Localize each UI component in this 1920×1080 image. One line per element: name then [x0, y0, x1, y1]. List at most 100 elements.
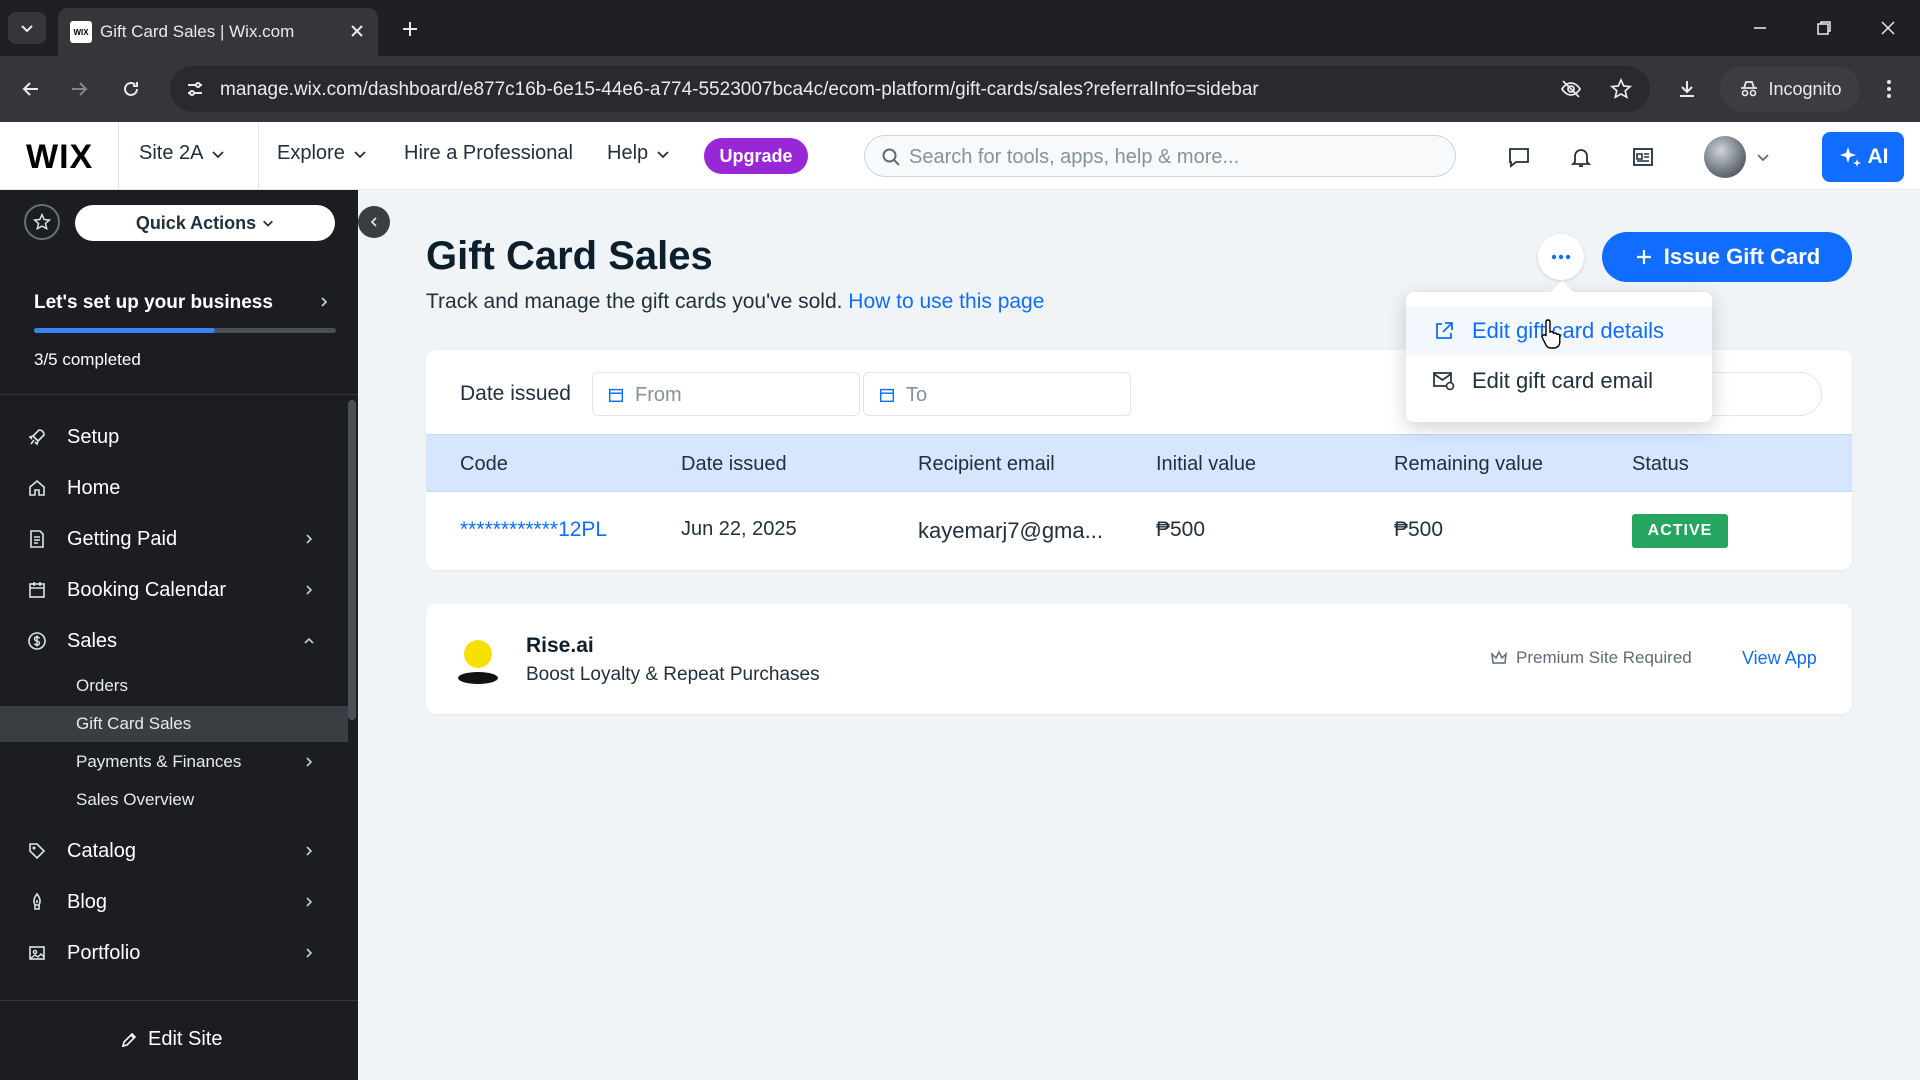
- chevron-right-icon: [298, 891, 320, 913]
- sidebar-item-portfolio[interactable]: Portfolio: [0, 930, 348, 976]
- initial-value-cell: ₱500: [1156, 518, 1206, 541]
- gift-card-code-link[interactable]: ************12PL: [460, 518, 607, 542]
- star-icon[interactable]: [24, 204, 60, 240]
- external-link-icon: [1432, 319, 1456, 343]
- site-list-icon[interactable]: [1628, 142, 1658, 172]
- premium-required-text: Premium Site Required: [1516, 648, 1692, 667]
- minimize-icon[interactable]: [1740, 10, 1780, 46]
- sparkle-icon: [1839, 147, 1861, 167]
- table-row[interactable]: ************12PL Jun 22, 2025 kayemarj7@…: [426, 492, 1852, 570]
- reload-icon[interactable]: [114, 72, 148, 106]
- sidebar-subitem-payments-finances[interactable]: Payments & Finances: [0, 744, 348, 780]
- download-icon[interactable]: [1670, 72, 1704, 106]
- chevron-down-icon: [212, 150, 225, 158]
- pencil-icon: [121, 1032, 137, 1047]
- tab-search-button[interactable]: [8, 12, 46, 44]
- more-actions-button[interactable]: [1538, 234, 1584, 280]
- sidebar-subitem-label: Gift Card Sales: [76, 714, 192, 733]
- date-from-input[interactable]: From: [592, 372, 860, 416]
- menu-item-label: Edit gift card details: [1472, 318, 1664, 343]
- calendar-icon: [876, 384, 898, 406]
- sidebar-subitem-label: Payments & Finances: [76, 752, 242, 771]
- hire-professional-link[interactable]: Hire a Professional: [404, 142, 573, 165]
- bookmark-star-icon[interactable]: [1606, 74, 1636, 104]
- ai-assistant-button[interactable]: AI: [1822, 132, 1904, 182]
- new-tab-icon[interactable]: [394, 13, 426, 45]
- incognito-label: Incognito: [1768, 78, 1842, 99]
- ai-label: AI: [1867, 145, 1889, 168]
- eye-off-icon[interactable]: [1556, 74, 1586, 104]
- sidebar-item-getting-paid[interactable]: Getting Paid: [0, 516, 348, 562]
- column-header-remaining-value[interactable]: Remaining value: [1394, 453, 1543, 476]
- page-subtitle: Track and manage the gift cards you've s…: [426, 290, 1044, 314]
- column-header-date-issued[interactable]: Date issued: [681, 453, 787, 476]
- sidebar-item-catalog[interactable]: Catalog: [0, 828, 348, 874]
- setup-title[interactable]: Let's set up your business: [34, 292, 273, 314]
- sidebar-subitem-sales-overview[interactable]: Sales Overview: [0, 782, 348, 818]
- chevron-right-icon[interactable]: [312, 290, 336, 314]
- forward-icon[interactable]: [62, 72, 96, 106]
- browser-tab-strip: WIX Gift Card Sales | Wix.com: [0, 0, 1920, 56]
- view-app-link[interactable]: View App: [1742, 648, 1817, 669]
- incognito-icon: [1741, 81, 1758, 97]
- column-header-code[interactable]: Code: [460, 453, 508, 476]
- column-header-status[interactable]: Status: [1632, 453, 1689, 476]
- chevron-right-icon: [298, 579, 320, 601]
- restore-icon[interactable]: [1804, 10, 1844, 46]
- app-promo-card: Rise.ai Boost Loyalty & Repeat Purchases…: [426, 604, 1852, 714]
- wix-favicon-icon: WIX: [70, 21, 92, 43]
- chevron-right-icon: [298, 942, 320, 964]
- help-menu[interactable]: Help: [607, 142, 670, 165]
- close-tab-icon[interactable]: [344, 18, 370, 44]
- site-info-icon[interactable]: [180, 74, 210, 104]
- tab-title: Gift Card Sales | Wix.com: [100, 22, 295, 41]
- sidebar-subitem-label: Sales Overview: [76, 790, 195, 809]
- incognito-indicator[interactable]: Incognito: [1720, 66, 1860, 112]
- promo-app-description: Boost Loyalty & Repeat Purchases: [526, 664, 820, 685]
- bell-icon[interactable]: [1566, 142, 1596, 172]
- rise-ai-logo: [452, 634, 504, 686]
- wix-logo[interactable]: WIX: [26, 138, 93, 177]
- close-window-icon[interactable]: [1868, 10, 1908, 46]
- avatar[interactable]: [1704, 136, 1746, 178]
- email-settings-icon: [1432, 369, 1456, 393]
- help-label: Help: [607, 142, 649, 164]
- sidebar-item-sales[interactable]: Sales: [0, 618, 348, 664]
- menu-item-label: Edit gift card email: [1472, 368, 1653, 393]
- issue-gift-card-button[interactable]: Issue Gift Card: [1602, 232, 1852, 282]
- edit-site-button[interactable]: Edit Site: [0, 1000, 358, 1080]
- back-icon[interactable]: [14, 72, 48, 106]
- upgrade-button[interactable]: Upgrade: [704, 138, 808, 174]
- chat-icon[interactable]: [1504, 142, 1534, 172]
- address-bar[interactable]: manage.wix.com/dashboard/e877c16b-6e15-4…: [170, 66, 1650, 112]
- site-selector[interactable]: Site 2A: [139, 142, 225, 165]
- how-to-use-link[interactable]: How to use this page: [848, 290, 1044, 313]
- search-input[interactable]: [909, 142, 1429, 172]
- quick-actions-button[interactable]: Quick Actions: [75, 205, 335, 241]
- date-to-input[interactable]: To: [863, 372, 1131, 416]
- menu-item-edit-gift-card-email[interactable]: Edit gift card email: [1406, 356, 1712, 406]
- search-bar[interactable]: [864, 135, 1456, 177]
- explore-menu[interactable]: Explore: [277, 142, 367, 165]
- sidebar-scrollbar[interactable]: [348, 400, 356, 720]
- quick-actions-label: Quick Actions: [135, 212, 257, 233]
- column-header-recipient-email[interactable]: Recipient email: [918, 453, 1055, 476]
- rocket-icon: [26, 426, 48, 448]
- sidebar-item-blog[interactable]: Blog: [0, 879, 348, 925]
- chevron-down-icon[interactable]: [1752, 146, 1774, 168]
- column-header-initial-value[interactable]: Initial value: [1156, 453, 1256, 476]
- date-from-placeholder: From: [635, 384, 682, 406]
- browser-menu-icon[interactable]: [1872, 72, 1906, 106]
- sidebar-subitem-gift-card-sales[interactable]: Gift Card Sales: [0, 706, 348, 742]
- sidebar-subitem-orders[interactable]: Orders: [0, 668, 348, 704]
- site-name: Site 2A: [139, 142, 204, 164]
- sidebar-item-label: Setup: [67, 426, 120, 448]
- sidebar-item-booking-calendar[interactable]: Booking Calendar: [0, 567, 348, 613]
- sidebar-item-setup[interactable]: Setup: [0, 414, 348, 460]
- sidebar-item-home[interactable]: Home: [0, 465, 348, 511]
- chevron-down-icon: [354, 150, 366, 158]
- browser-tab[interactable]: WIX Gift Card Sales | Wix.com: [58, 8, 378, 56]
- date-issued-cell: Jun 22, 2025: [681, 518, 797, 540]
- sidebar-subitem-label: Orders: [76, 676, 128, 695]
- collapse-sidebar-button[interactable]: [358, 206, 390, 238]
